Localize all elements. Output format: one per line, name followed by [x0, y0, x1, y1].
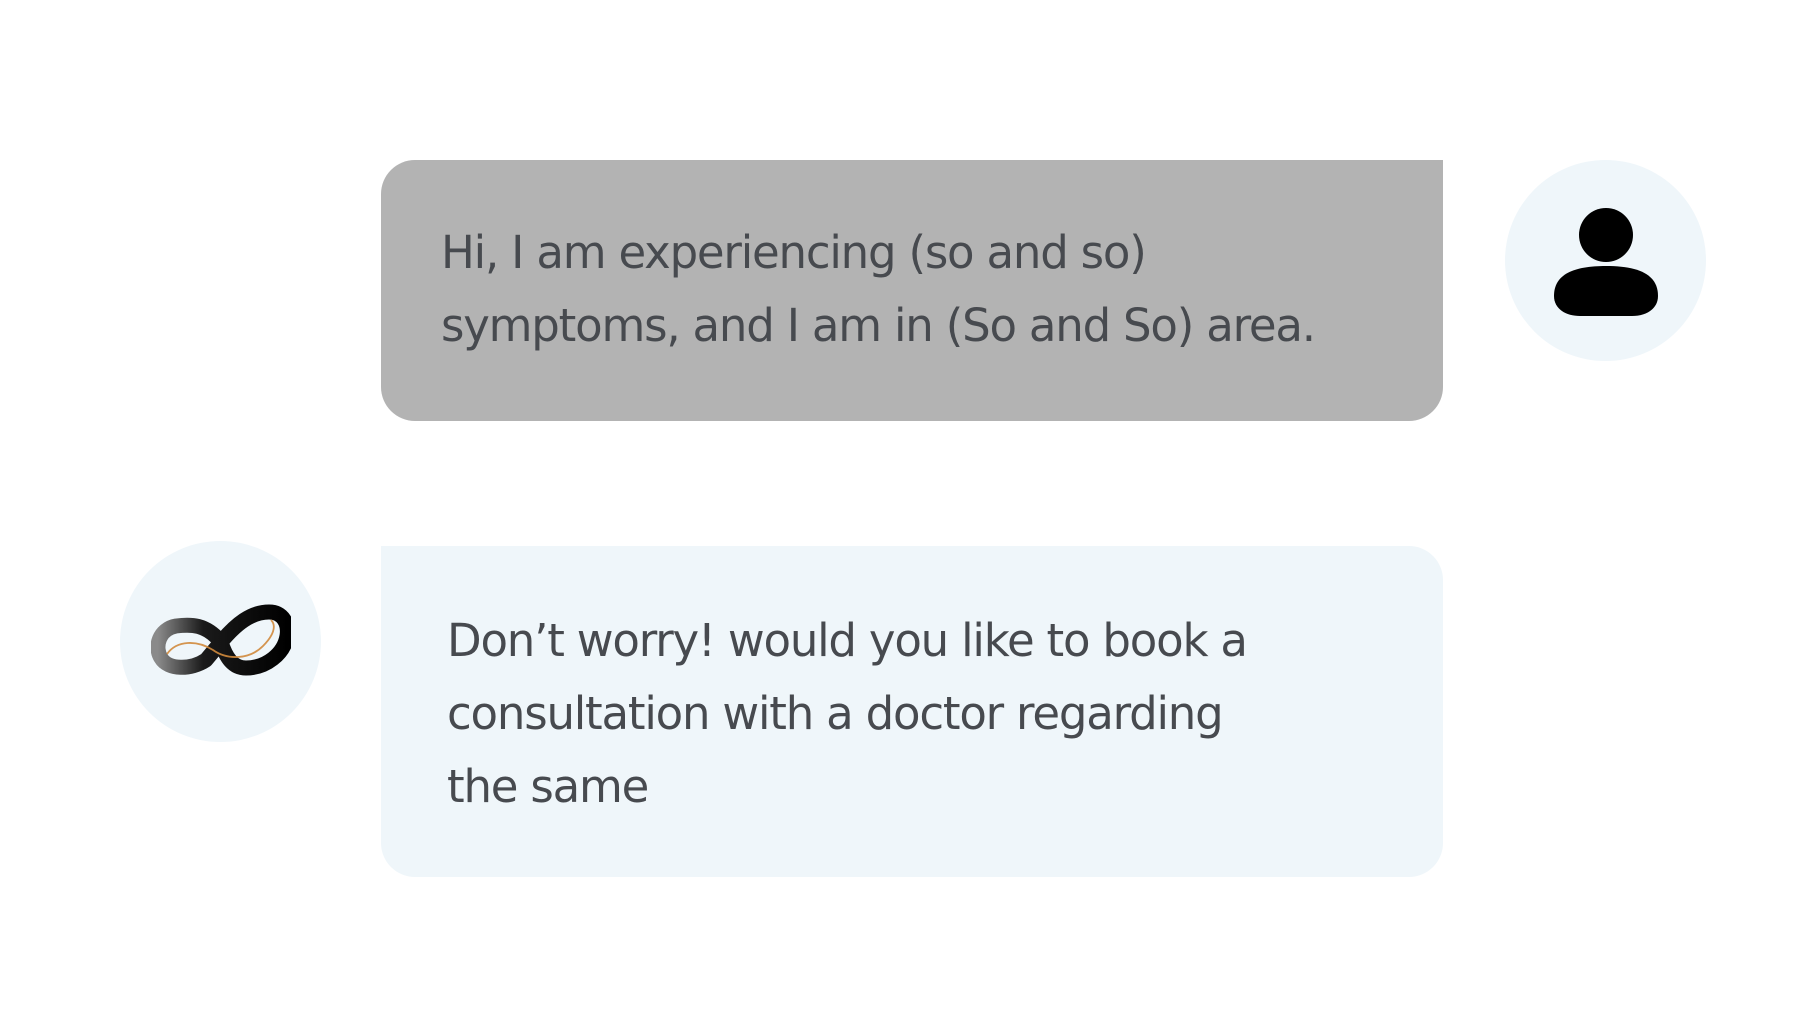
assistant-message-text: Don’t worry! would you like to book a co…: [447, 614, 1248, 813]
assistant-avatar: [120, 541, 321, 742]
user-message-bubble: Hi, I am experiencing (so and so) sympto…: [381, 160, 1443, 421]
user-avatar: [1505, 160, 1706, 361]
person-icon: [1553, 207, 1658, 316]
user-message-text: Hi, I am experiencing (so and so) sympto…: [441, 226, 1316, 352]
infinity-logo-icon: [150, 604, 291, 675]
assistant-message-bubble: Don’t worry! would you like to book a co…: [381, 546, 1443, 877]
